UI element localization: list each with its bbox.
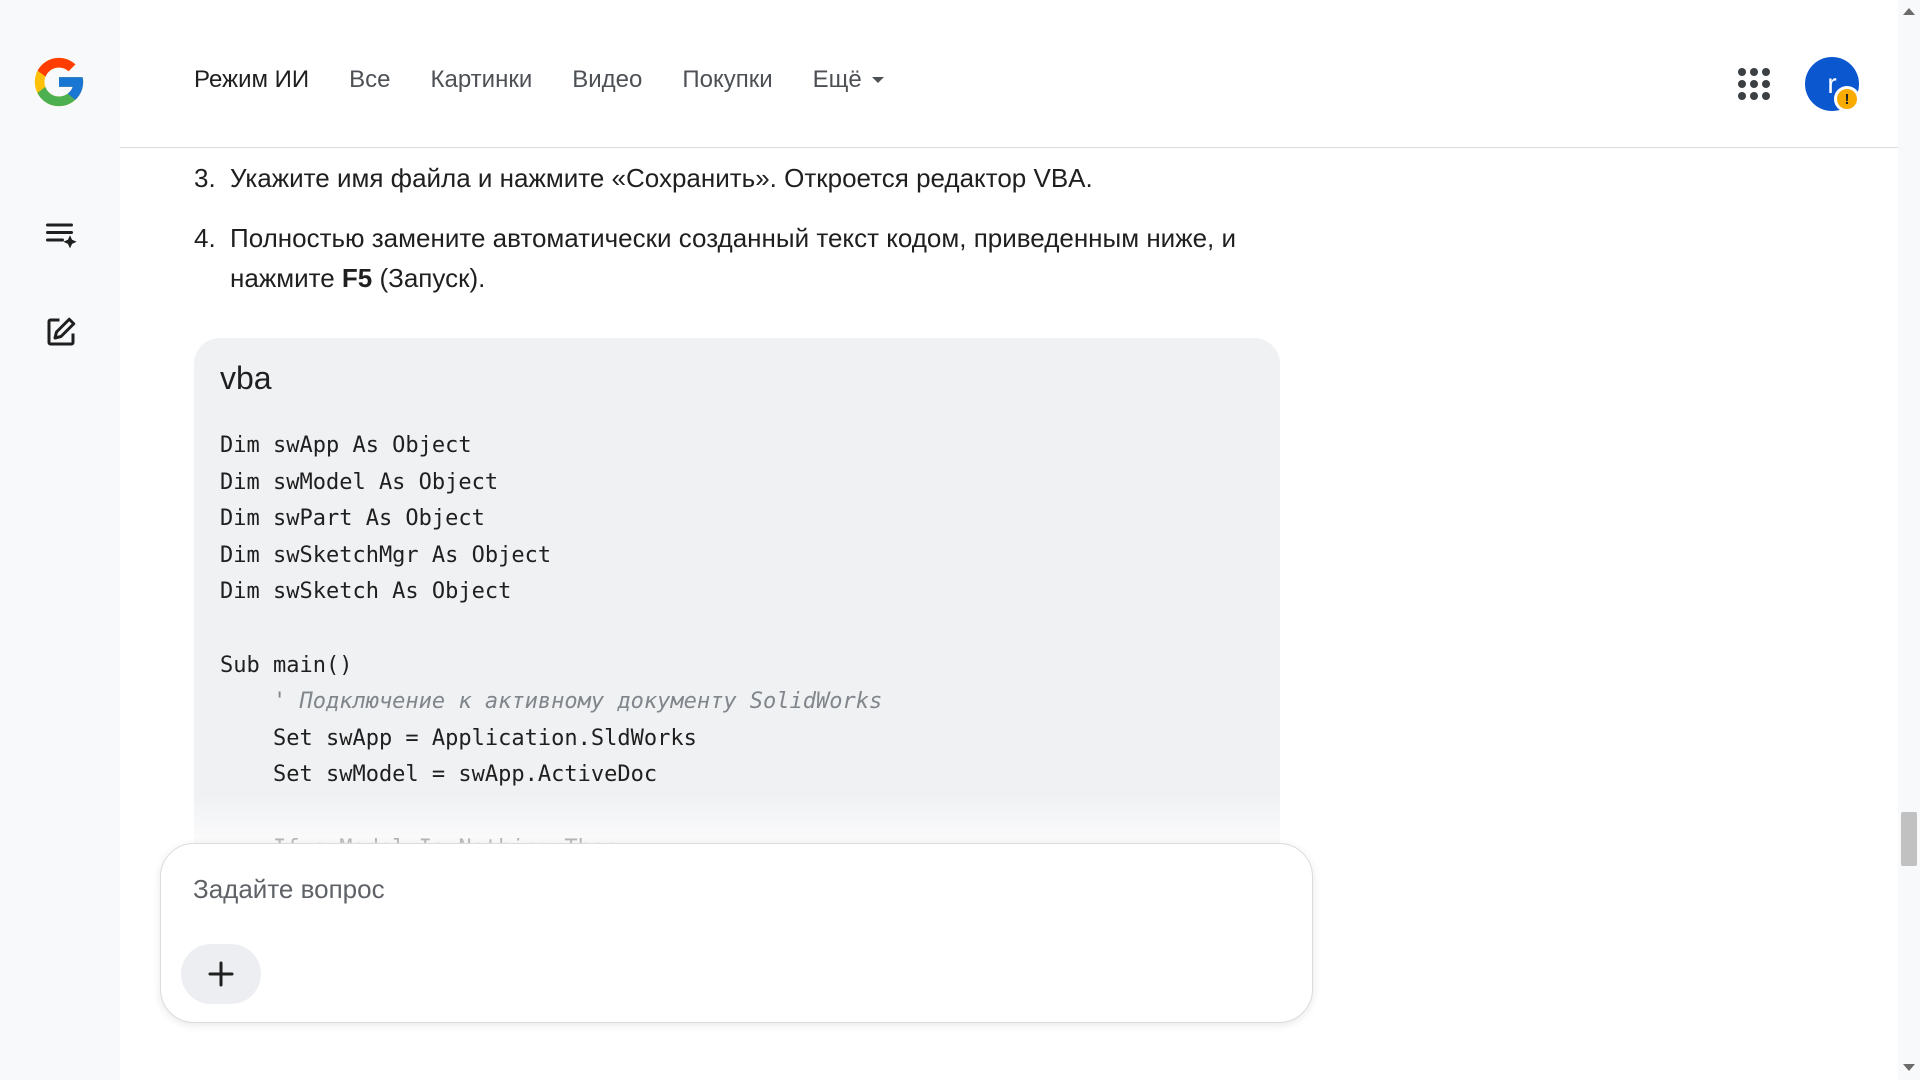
question-composer xyxy=(160,843,1313,1023)
tab-images-label: Картинки xyxy=(430,66,533,93)
step-4-number: 4. xyxy=(194,223,216,253)
step-4: 4. Полностью замените автоматически созд… xyxy=(194,218,1284,298)
warning-badge-text: ! xyxy=(1844,90,1850,108)
code-line: Dim swApp As Object xyxy=(220,433,472,458)
history-icon[interactable] xyxy=(38,211,84,257)
scroll-down-arrow-icon[interactable] xyxy=(1903,1064,1915,1071)
scrollbar[interactable] xyxy=(1898,0,1920,1080)
code-language-label: vba xyxy=(220,360,272,396)
step-3-number: 3. xyxy=(194,163,216,193)
step-4-text-after: (Запуск). xyxy=(372,263,486,293)
tab-shopping[interactable]: Покупки xyxy=(682,66,772,94)
tab-all-label: Все xyxy=(349,66,391,93)
tab-videos[interactable]: Видео xyxy=(572,66,642,94)
code-line: Dim swSketchMgr As Object xyxy=(220,542,552,568)
google-logo-icon[interactable] xyxy=(30,53,88,111)
tab-images[interactable]: Картинки xyxy=(431,66,533,94)
plus-icon xyxy=(208,961,234,987)
code-line: Dim swPart As Object xyxy=(220,506,485,532)
code-block: vba Dim swApp As Object Dim swModel As Ob… xyxy=(194,338,1280,858)
code-line: Sub main() xyxy=(220,652,353,678)
code-line: Set swApp = Application.SldWorks xyxy=(220,725,697,751)
code-line: Dim swSketch As Object xyxy=(220,579,512,605)
warning-icon: ! xyxy=(1834,86,1860,112)
step-3: 3. Укажите имя файла и нажмите «Сохранит… xyxy=(194,158,1093,198)
tab-videos-label: Видео xyxy=(572,66,643,93)
tab-more-label: Ещё xyxy=(812,66,862,93)
chevron-down-icon xyxy=(871,77,884,83)
top-header: Режим ИИ Все Картинки Видео Покупки Ещё … xyxy=(120,0,1898,148)
tab-ai-mode[interactable]: Режим ИИ xyxy=(194,66,309,94)
code-line: ' Подключение к активному документу Soli… xyxy=(220,689,883,715)
new-chat-icon[interactable] xyxy=(38,309,84,355)
sidebar xyxy=(0,0,120,1080)
question-input[interactable] xyxy=(193,874,1273,905)
add-button[interactable] xyxy=(181,944,261,1004)
search-tabs: Режим ИИ Все Картинки Видео Покупки Ещё xyxy=(194,66,924,94)
code-line: Set swModel = swApp.ActiveDoc xyxy=(220,762,658,788)
apps-grid-icon[interactable] xyxy=(1732,62,1776,106)
step-4-key: F5 xyxy=(341,263,373,293)
step-4-text: Полностью замените автоматически созданн… xyxy=(230,218,1284,298)
tab-shopping-label: Покупки xyxy=(682,66,773,93)
tab-all[interactable]: Все xyxy=(349,66,390,94)
scrollbar-thumb[interactable] xyxy=(1901,812,1917,866)
tab-ai-mode-label: Режим ИИ xyxy=(194,66,310,93)
step-3-text: Укажите имя файла и нажмите «Сохранить».… xyxy=(230,163,1093,193)
scroll-up-arrow-icon[interactable] xyxy=(1903,8,1915,15)
code-line: Dim swModel As Object xyxy=(220,469,499,495)
tab-more[interactable]: Ещё xyxy=(813,66,884,94)
